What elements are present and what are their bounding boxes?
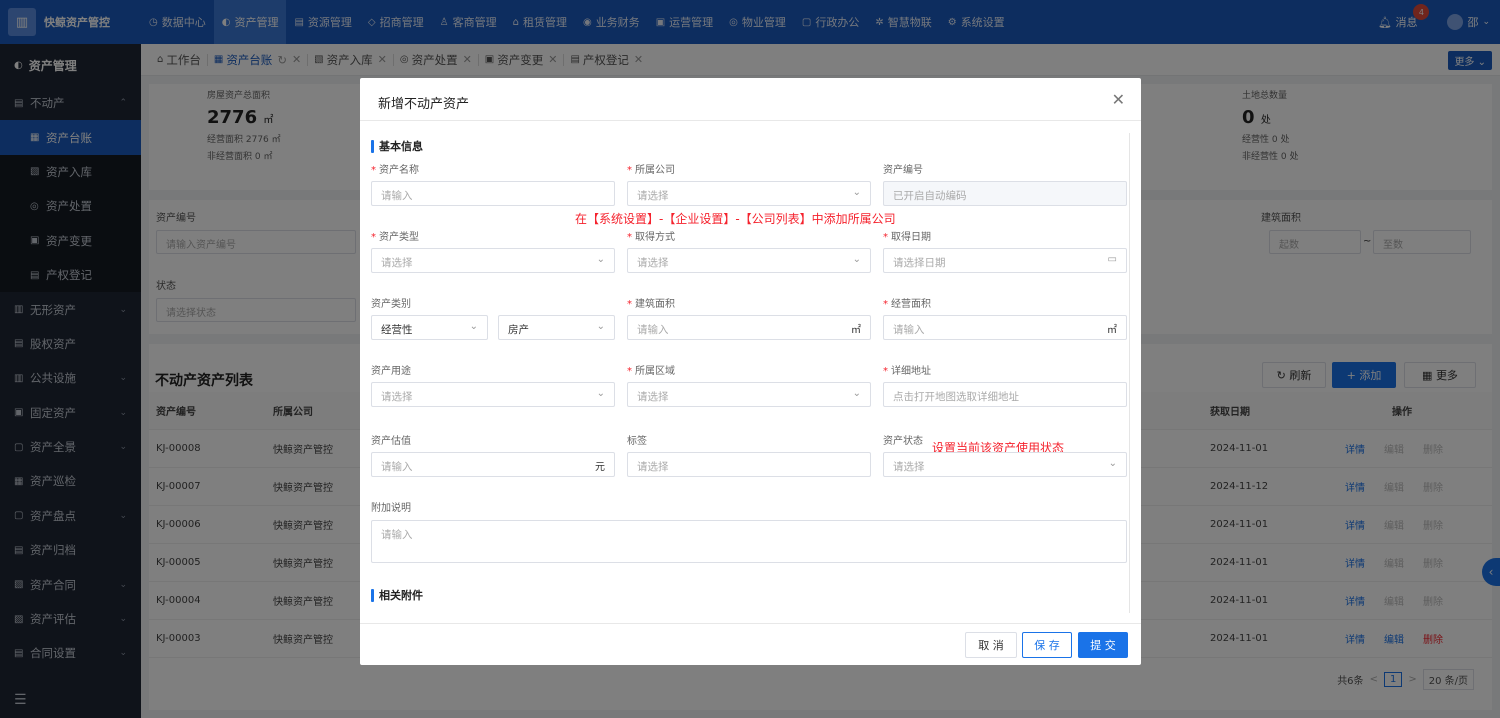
label-tag: 标签	[627, 436, 647, 447]
label-region: * 所属区域	[627, 366, 675, 377]
asset-code-input: 已开启自动编码	[883, 181, 1127, 206]
tag-select[interactable]: 请选择	[627, 452, 871, 477]
chevron-down-icon: ⌄	[596, 388, 605, 399]
label-acquire-date: * 取得日期	[883, 232, 931, 243]
address-input[interactable]: 点击打开地图选取详细地址	[883, 382, 1127, 407]
save-button[interactable]: 保 存	[1022, 632, 1072, 658]
asset-status-select[interactable]: 请选择 ⌄	[883, 452, 1127, 477]
label-address: * 详细地址	[883, 366, 931, 377]
label-valuation: 资产估值	[371, 436, 411, 447]
category-select-2[interactable]: 房产 ⌄	[498, 315, 615, 340]
dialog-footer: 取 消 保 存 提 交	[360, 623, 1141, 665]
valuation-input[interactable]: 请输入元	[371, 452, 615, 477]
region-select[interactable]: 请选择 ⌄	[627, 382, 871, 407]
category-select-1[interactable]: 经营性 ⌄	[371, 315, 488, 340]
close-icon[interactable]: ✕	[1112, 90, 1125, 109]
label-note: 附加说明	[371, 503, 411, 514]
label-category: 资产类别	[371, 299, 411, 310]
note-textarea[interactable]: 请输入	[371, 520, 1127, 563]
label-building-area: * 建筑面积	[627, 299, 675, 310]
chevron-down-icon: ⌄	[1108, 458, 1117, 469]
acquire-date-picker[interactable]: 请选择日期 ▭	[883, 248, 1127, 273]
label-usage: 资产用途	[371, 366, 411, 377]
label-asset-code: 资产编号	[883, 165, 923, 176]
company-select[interactable]: 请选择 ⌄	[627, 181, 871, 206]
usage-select[interactable]: 请选择 ⌄	[371, 382, 615, 407]
chevron-down-icon: ⌄	[596, 321, 605, 332]
chevron-down-icon: ⌄	[852, 254, 861, 265]
acquire-method-select[interactable]: 请选择 ⌄	[627, 248, 871, 273]
submit-button[interactable]: 提 交	[1078, 632, 1128, 658]
chevron-down-icon: ⌄	[469, 321, 478, 332]
chevron-down-icon: ⌄	[852, 187, 861, 198]
cancel-button[interactable]: 取 消	[965, 632, 1017, 658]
divider	[360, 120, 1141, 121]
dialog-title: 新增不动产资产	[378, 97, 470, 112]
building-area-input[interactable]: 请输入㎡	[627, 315, 871, 340]
chevron-down-icon: ⌄	[852, 388, 861, 399]
annotation-company: 在【系统设置】-【企业设置】-【公司列表】中添加所属公司	[575, 212, 896, 226]
operating-area-input[interactable]: 请输入㎡	[883, 315, 1127, 340]
scrollbar[interactable]	[1129, 133, 1130, 613]
label-asset-name: * 资产名称	[371, 165, 419, 176]
chevron-down-icon: ⌄	[596, 254, 605, 265]
add-asset-dialog: 新增不动产资产 ✕ 基本信息 * 资产名称 请输入 * 所属公司 请选择 ⌄ 资产编号…	[360, 78, 1141, 665]
asset-name-input[interactable]: 请输入	[371, 181, 615, 206]
label-asset-status: 资产状态	[883, 436, 923, 447]
asset-type-select[interactable]: 请选择 ⌄	[371, 248, 615, 273]
label-asset-type: * 资产类型	[371, 232, 419, 243]
label-company: * 所属公司	[627, 165, 675, 176]
section-attachments: 相关附件	[371, 587, 423, 603]
label-acquire-method: * 取得方式	[627, 232, 675, 243]
calendar-icon: ▭	[1107, 254, 1117, 265]
label-operating-area: * 经营面积	[883, 299, 931, 310]
section-basic-info: 基本信息	[371, 138, 423, 154]
